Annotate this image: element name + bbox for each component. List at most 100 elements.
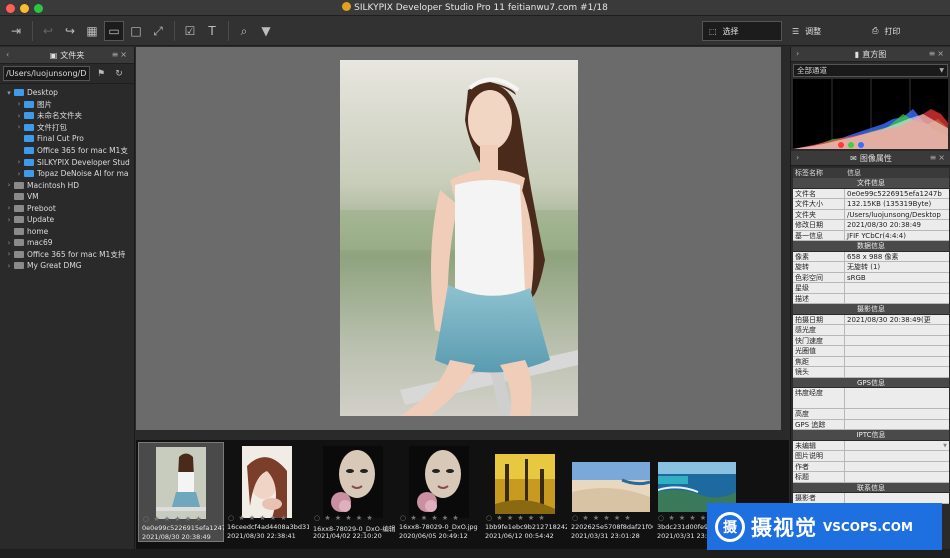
properties-section-header[interactable]: 联系信息 (793, 482, 949, 493)
filmstrip-thumbnail[interactable]: ○ ★ ★ ★ ★ ★16ceedcf4ad4408a3bd31632021/0… (224, 442, 310, 542)
disclosure-icon[interactable]: › (14, 123, 24, 131)
grid-icon[interactable]: ▦ (82, 21, 102, 41)
folder-tree-item[interactable]: home (0, 226, 134, 238)
mode-select-tab[interactable]: ⬚ 选择 (702, 21, 782, 41)
properties-section-header[interactable]: 数据信息 (793, 241, 949, 252)
rating-stars[interactable]: ○ ★ ★ ★ ★ ★ (486, 514, 546, 522)
filmstrip-thumbnail[interactable]: ○ ★ ★ ★ ★ ★1bb9fe1ebc9b2127182421692021/… (482, 442, 568, 542)
properties-row: 高度 (793, 409, 949, 420)
select-mode-icon: ⬚ (709, 26, 717, 36)
disclosure-icon[interactable]: › (4, 204, 14, 212)
filter-icon[interactable]: ▼ (256, 21, 276, 41)
disclosure-icon[interactable]: › (14, 112, 24, 120)
disclosure-icon[interactable]: › (4, 216, 14, 224)
folder-tree-item[interactable]: › mac69 (0, 237, 134, 249)
chevron-down-icon[interactable]: ▼ (943, 441, 947, 451)
property-value[interactable]: sRGB (845, 273, 949, 283)
property-value[interactable]: 132.15KB (135319Byte) (845, 199, 949, 209)
mode-adjust-tab[interactable]: ☰ 调整 (786, 21, 856, 41)
rating-stars[interactable]: ○ ★ ★ ★ ★ ★ (314, 514, 374, 522)
property-value[interactable] (845, 336, 949, 346)
disclosure-icon[interactable]: › (4, 181, 14, 189)
folder-tree-item[interactable]: › Office 365 for mac M1支持 (0, 249, 134, 261)
property-value[interactable] (845, 462, 949, 472)
refresh-icon[interactable]: ↻ (112, 67, 126, 81)
property-value[interactable]: 0e0e99c5226915efa1247b (845, 189, 949, 199)
disclosure-icon[interactable]: › (14, 158, 24, 166)
folder-tree-item[interactable]: › Topaz DeNoise AI for ma (0, 168, 134, 180)
viewer-vertical-scrollbar[interactable] (781, 47, 789, 440)
mode-print-tab[interactable]: ⎙ 打印 (866, 21, 936, 41)
property-value[interactable]: 2021/08/30 20:38:49(更 (845, 315, 949, 325)
property-value[interactable] (845, 388, 949, 408)
properties-section-header[interactable]: 文件信息 (793, 178, 949, 189)
import-icon[interactable]: ⇥ (6, 21, 26, 41)
histogram-channel-select[interactable]: 全部通道 ▼ (793, 64, 948, 77)
filmstrip-thumbnail[interactable]: ○ ★ ★ ★ ★ ★ 16xx8-78029-0_DxO-编辑.j 2021/04… (310, 442, 396, 542)
rating-stars[interactable]: ○ ★ ★ ★ ★ ★ (228, 514, 288, 522)
filmstrip-thumbnail[interactable]: ○ ★ ★ ★ ★ ★ 16xx8-78029-0_DxO.jpg 2020/06/… (396, 442, 482, 542)
property-value[interactable]: /Users/luojunsong/Desktop (845, 210, 949, 220)
property-value[interactable]: JFIF YCbCr(4:4:4) (845, 231, 949, 241)
disclosure-icon[interactable]: › (14, 100, 24, 108)
folder-tree-item[interactable]: › SILKYPIX Developer Stud (0, 156, 134, 168)
rating-stars[interactable]: ○ ★ ★ ★ ★ ★ (143, 515, 203, 523)
disclosure-icon[interactable]: › (4, 262, 14, 270)
folder-tree-item[interactable]: › Update (0, 214, 134, 226)
property-value[interactable]: ▼ (845, 441, 949, 451)
check-icon[interactable]: ☑ (180, 21, 200, 41)
property-value[interactable] (845, 451, 949, 461)
property-value[interactable] (845, 472, 949, 482)
folder-tree-item[interactable]: Final Cut Pro (0, 133, 134, 145)
fullscreen-icon[interactable]: ⤢ (148, 21, 168, 41)
property-value[interactable]: 2021/08/30 20:38:49 (845, 220, 949, 230)
path-input[interactable] (3, 66, 90, 81)
property-value[interactable] (845, 346, 949, 356)
disclosure-icon[interactable]: › (4, 250, 14, 258)
properties-section-header[interactable]: GPS信息 (793, 377, 949, 388)
properties-section-header[interactable]: IPTC信息 (793, 430, 949, 441)
search-icon[interactable]: ⌕ (234, 21, 254, 41)
folder-tree-item[interactable]: › 图片 (0, 99, 134, 111)
folder-tree-item[interactable]: › Macintosh HD (0, 179, 134, 191)
single-view-icon[interactable]: ▭ (104, 21, 124, 41)
properties-section-header[interactable]: 摄影信息 (793, 304, 949, 315)
image-viewer[interactable] (136, 47, 781, 430)
property-value[interactable] (845, 325, 949, 335)
text-icon[interactable]: T (202, 21, 222, 41)
property-value[interactable] (845, 493, 949, 503)
rating-stars[interactable]: ○ ★ ★ ★ ★ ★ (572, 514, 632, 522)
collapse-left-icon[interactable]: ‹ (6, 50, 9, 59)
property-value[interactable]: 658 x 988 像素 (845, 252, 949, 262)
folder-tree-item[interactable]: › Preboot (0, 202, 134, 214)
property-value[interactable]: 无旋转 (1) (845, 262, 949, 272)
filmstrip-thumbnail[interactable]: ○ ★ ★ ★ ★ ★ 2202625e5708f8daf21f066 2021/0… (568, 442, 654, 542)
panel-menu-icon[interactable]: ≡× (112, 50, 129, 59)
folder-tree-item[interactable]: VM (0, 191, 134, 203)
compare-icon[interactable]: □ (126, 21, 146, 41)
expand-icon[interactable]: › (796, 49, 799, 58)
property-value[interactable] (845, 367, 949, 377)
property-value[interactable] (845, 283, 949, 293)
filmstrip-thumbnail[interactable]: ○ ★ ★ ★ ★ ★0e0e99c5226915efa1247b32021/0… (138, 442, 224, 542)
expand-icon[interactable]: › (796, 153, 799, 162)
disclosure-icon[interactable]: › (14, 170, 24, 178)
folder-tree-item[interactable]: › 文件打包 (0, 122, 134, 134)
folder-tree-item[interactable]: › My Great DMG (0, 260, 134, 272)
panel-menu-icon[interactable]: ≡× (929, 49, 946, 58)
undo-icon[interactable]: ↩ (38, 21, 58, 41)
folder-tree-item[interactable]: › 未命名文件夹 (0, 110, 134, 122)
property-value[interactable] (845, 409, 949, 419)
folder-tree-item[interactable]: Office 365 for mac M1支 (0, 145, 134, 157)
property-value[interactable] (845, 420, 949, 430)
property-value[interactable] (845, 294, 949, 304)
disclosure-icon[interactable]: ▾ (4, 89, 14, 97)
property-value[interactable] (845, 357, 949, 367)
redo-icon[interactable]: ↪ (60, 21, 80, 41)
panel-menu-icon[interactable]: ≡× (930, 153, 947, 162)
viewer-horizontal-scrollbar[interactable] (136, 430, 781, 440)
rating-stars[interactable]: ○ ★ ★ ★ ★ ★ (400, 514, 460, 522)
bookmark-icon[interactable]: ⚑ (94, 67, 108, 81)
disclosure-icon[interactable]: › (4, 239, 14, 247)
folder-tree-item[interactable]: ▾ Desktop (0, 87, 134, 99)
